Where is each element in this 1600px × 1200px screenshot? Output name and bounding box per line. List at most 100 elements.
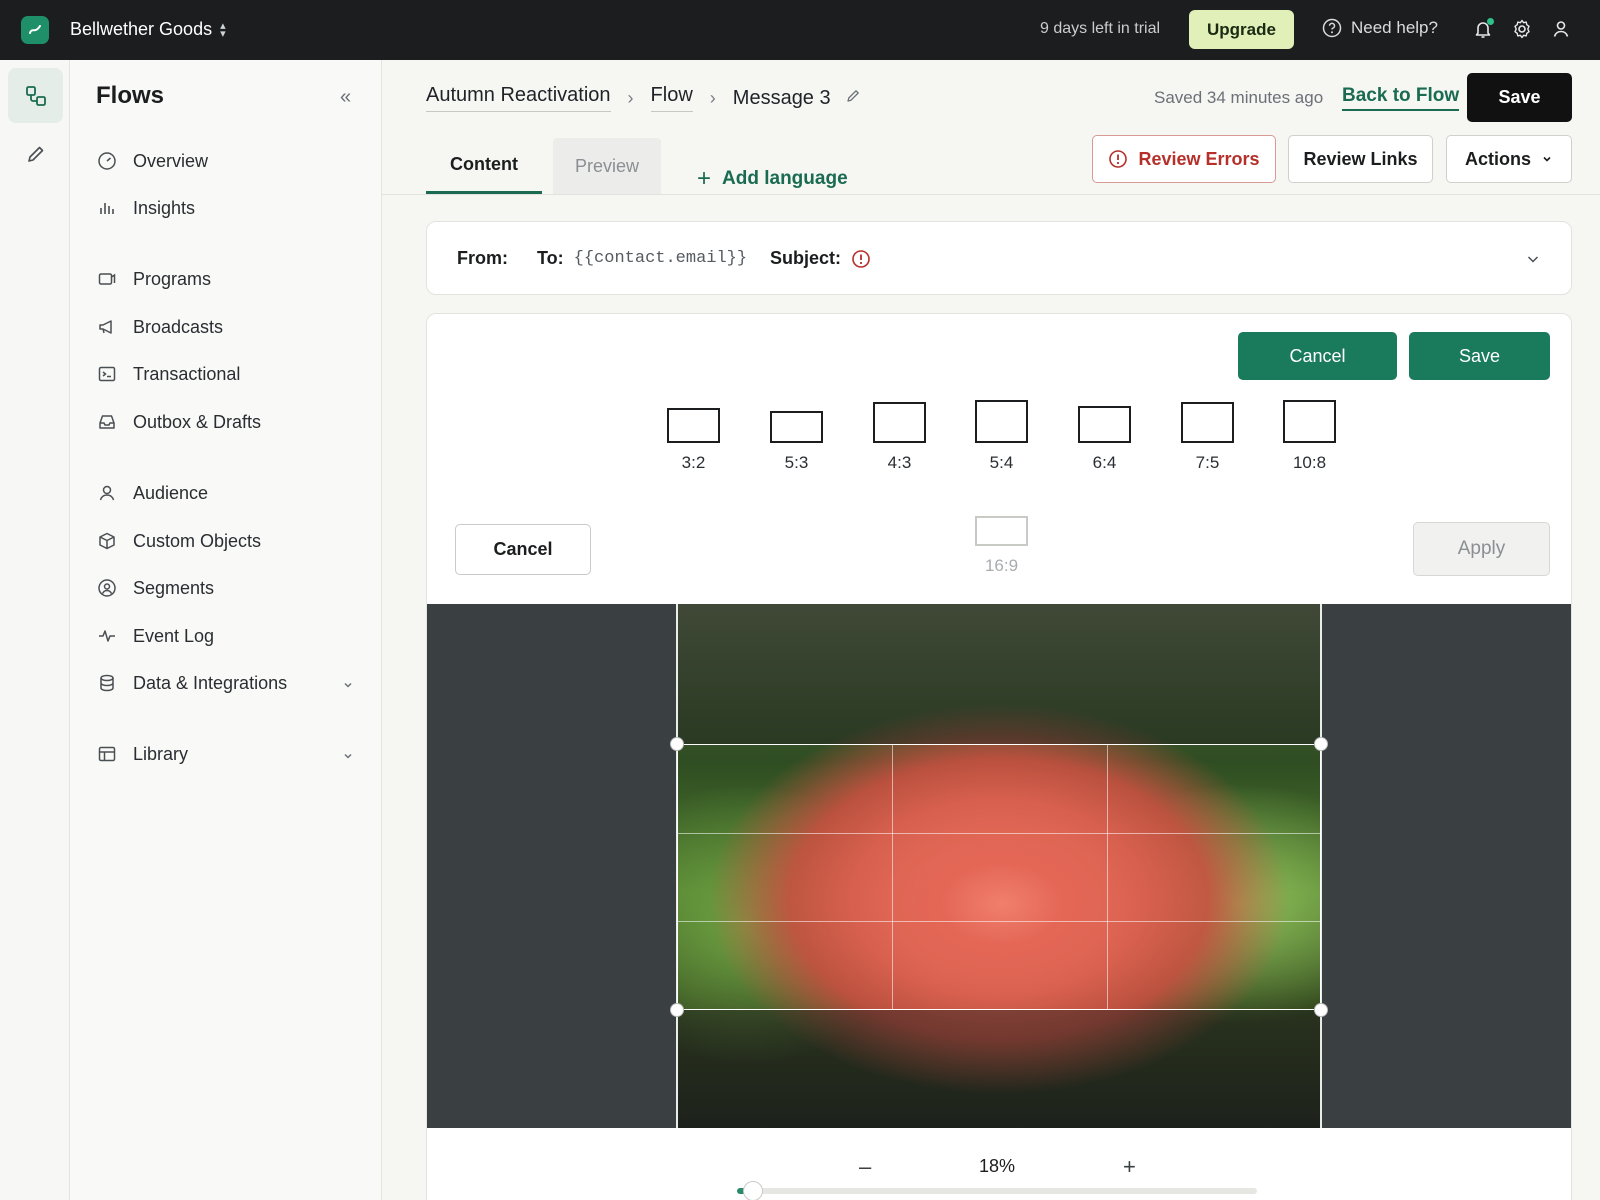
ratio-label: 6:4 — [1092, 453, 1117, 472]
sidebar-item-audience[interactable]: Audience — [96, 476, 362, 510]
ratio-option-5-3[interactable]: 5:3 — [770, 406, 823, 473]
expand-chevron-icon[interactable] — [1525, 251, 1541, 272]
editor-cancel-button[interactable]: Cancel — [1238, 332, 1397, 380]
grid-line — [892, 745, 893, 1009]
top-bar: Bellwether Goods ▴ ▾ 9 days left in trial… — [0, 0, 1600, 60]
ratio-option-3-2[interactable]: 3:2 — [667, 406, 720, 473]
sidebar-item-library[interactable]: Library — [96, 737, 362, 771]
workspace-switcher[interactable]: Bellwether Goods ▴ ▾ — [70, 19, 226, 40]
tab-content[interactable]: Content — [426, 138, 542, 194]
grid-line — [678, 833, 1320, 834]
add-language-button[interactable]: + Add language — [697, 165, 848, 193]
subject-label: Subject: — [770, 248, 842, 268]
add-language-label: Add language — [722, 168, 848, 189]
chevron-down-icon[interactable] — [342, 746, 354, 767]
programs-icon — [96, 268, 118, 290]
ratio-option-6-4[interactable]: 6:4 — [1078, 406, 1131, 473]
sidebar-item-custom-objects[interactable]: Custom Objects — [96, 524, 362, 558]
save-button[interactable]: Save — [1467, 73, 1572, 122]
pencil-rail-icon[interactable] — [8, 126, 63, 181]
plus-icon: + — [697, 165, 712, 192]
review-errors-label: Review Errors — [1138, 148, 1260, 169]
ratio-label: 10:8 — [1292, 453, 1327, 472]
ratio-label: 4:3 — [887, 453, 912, 472]
breadcrumb-flow[interactable]: Flow — [650, 84, 693, 112]
envelope-panel[interactable]: From: To: {{contact.email}} Subject: — [426, 221, 1572, 295]
actions-dropdown[interactable]: Actions — [1446, 135, 1572, 183]
sidebar-item-data-integrations[interactable]: Data & Integrations — [96, 666, 362, 700]
sidebar-item-label: Custom Objects — [133, 530, 262, 551]
crop-handle-top-right[interactable] — [1314, 737, 1328, 751]
help-label: Need help? — [1351, 18, 1438, 37]
ratio-option-10-8[interactable]: 10:8 — [1283, 400, 1336, 473]
ratio-option-16-9[interactable]: 16:9 — [975, 516, 1028, 576]
crop-canvas[interactable] — [427, 604, 1571, 1128]
image-crop-editor: Cancel Save 3:2 5:3 4:3 5:4 6:4 7:5 10:8… — [426, 313, 1572, 1200]
chevron-right-icon: › — [627, 87, 634, 108]
editor-save-button[interactable]: Save — [1409, 332, 1550, 380]
gear-icon[interactable] — [1511, 18, 1533, 40]
review-errors-button[interactable]: Review Errors — [1092, 135, 1276, 183]
sidebar-item-label: Broadcasts — [133, 316, 224, 337]
chevron-down-icon[interactable] — [342, 675, 354, 696]
ratio-shape — [667, 408, 720, 443]
from-field[interactable]: From: — [457, 248, 508, 269]
sidebar-item-event-log[interactable]: Event Log — [96, 619, 362, 653]
ratio-shape — [1283, 400, 1336, 443]
zoom-out-button[interactable]: – — [859, 1154, 871, 1180]
sidebar-item-outbox[interactable]: Outbox & Drafts — [96, 405, 362, 439]
sidebar-item-label: Audience — [133, 482, 209, 503]
alert-circle-icon — [1109, 150, 1128, 168]
user-circle-icon — [96, 577, 118, 599]
terminal-icon — [96, 363, 118, 385]
tab-preview[interactable]: Preview — [553, 138, 661, 194]
sidebar-item-broadcasts[interactable]: Broadcasts — [96, 310, 362, 344]
zoom-controls: – 18% + — [427, 1128, 1571, 1200]
sidebar-item-label: Overview — [133, 150, 209, 171]
to-field[interactable]: To: {{contact.email}} — [537, 248, 747, 269]
sidebar-item-programs[interactable]: Programs — [96, 262, 362, 296]
zoom-slider-handle[interactable] — [742, 1181, 763, 1200]
edit-pencil-icon[interactable] — [845, 87, 861, 110]
back-to-flow-link[interactable]: Back to Flow — [1342, 85, 1460, 111]
apply-button[interactable]: Apply — [1413, 522, 1550, 576]
app-logo-icon[interactable] — [21, 16, 49, 44]
ratio-option-4-3[interactable]: 4:3 — [873, 402, 926, 473]
collapse-sidebar-icon[interactable]: « — [340, 86, 351, 109]
upgrade-button[interactable]: Upgrade — [1189, 10, 1294, 49]
to-label: To: — [537, 248, 564, 268]
ratio-shape — [873, 402, 926, 443]
crop-handle-bottom-right[interactable] — [1314, 1003, 1328, 1017]
subject-field[interactable]: Subject: — [770, 248, 871, 269]
breadcrumb-message: Message 3 — [732, 86, 831, 109]
alert-circle-icon — [852, 249, 870, 268]
sidebar-item-segments[interactable]: Segments — [96, 571, 362, 605]
sidebar-item-label: Segments — [133, 577, 215, 598]
crop-handle-top-left[interactable] — [670, 737, 684, 751]
save-status: Saved 34 minutes ago — [1154, 88, 1324, 107]
sidebar-item-label: Event Log — [133, 625, 215, 646]
sidebar-title: Flows — [96, 82, 165, 109]
zoom-slider[interactable] — [737, 1181, 1257, 1200]
ratio-label: 7:5 — [1195, 453, 1220, 472]
sidebar-item-overview[interactable]: Overview — [96, 144, 362, 178]
user-icon[interactable] — [1550, 18, 1572, 40]
ratio-option-5-4[interactable]: 5:4 — [975, 400, 1028, 473]
ratio-option-7-5[interactable]: 7:5 — [1181, 402, 1234, 473]
review-links-button[interactable]: Review Links — [1288, 135, 1433, 183]
flows-rail-icon[interactable] — [8, 68, 63, 123]
sidebar-item-insights[interactable]: Insights — [96, 191, 362, 225]
to-value: {{contact.email}} — [573, 249, 748, 268]
bell-icon[interactable] — [1472, 18, 1494, 40]
grid-line — [678, 921, 1320, 922]
sidebar-item-transactional[interactable]: Transactional — [96, 357, 362, 391]
crop-handle-bottom-left[interactable] — [670, 1003, 684, 1017]
zoom-in-button[interactable]: + — [1123, 1154, 1136, 1180]
crop-box[interactable] — [677, 744, 1321, 1010]
sidebar-item-label: Library — [133, 743, 189, 764]
crop-cancel-button[interactable]: Cancel — [455, 524, 591, 575]
help-link[interactable]: Need help? — [1322, 18, 1438, 38]
trial-status: 9 days left in trial — [1040, 20, 1161, 37]
grid-line — [1107, 745, 1108, 1009]
breadcrumb-campaign[interactable]: Autumn Reactivation — [426, 84, 611, 112]
